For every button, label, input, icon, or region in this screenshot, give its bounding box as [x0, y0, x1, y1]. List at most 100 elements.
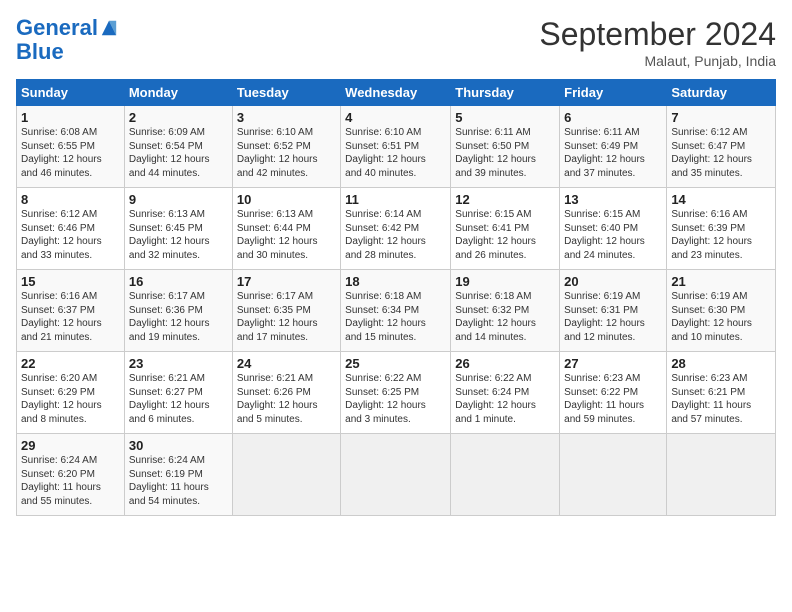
calendar-cell: 24Sunrise: 6:21 AM Sunset: 6:26 PM Dayli… [232, 352, 340, 434]
day-number: 3 [237, 110, 336, 125]
day-info: Sunrise: 6:24 AM Sunset: 6:20 PM Dayligh… [21, 454, 120, 508]
day-number: 30 [129, 438, 228, 453]
calendar-cell: 26Sunrise: 6:22 AM Sunset: 6:24 PM Dayli… [451, 352, 560, 434]
day-info: Sunrise: 6:10 AM Sunset: 6:51 PM Dayligh… [345, 126, 446, 180]
header-row: Sunday Monday Tuesday Wednesday Thursday… [17, 80, 776, 106]
day-info: Sunrise: 6:09 AM Sunset: 6:54 PM Dayligh… [129, 126, 228, 180]
day-number: 28 [671, 356, 771, 371]
calendar-cell: 23Sunrise: 6:21 AM Sunset: 6:27 PM Dayli… [124, 352, 232, 434]
month-title: September 2024 [539, 16, 776, 53]
logo: General Blue [16, 16, 118, 64]
calendar-cell: 14Sunrise: 6:16 AM Sunset: 6:39 PM Dayli… [667, 188, 776, 270]
calendar-header: Sunday Monday Tuesday Wednesday Thursday… [17, 80, 776, 106]
day-info: Sunrise: 6:21 AM Sunset: 6:27 PM Dayligh… [129, 372, 228, 426]
col-wednesday: Wednesday [341, 80, 451, 106]
calendar-cell: 21Sunrise: 6:19 AM Sunset: 6:30 PM Dayli… [667, 270, 776, 352]
calendar-cell [232, 434, 340, 516]
calendar-cell: 5Sunrise: 6:11 AM Sunset: 6:50 PM Daylig… [451, 106, 560, 188]
day-info: Sunrise: 6:23 AM Sunset: 6:22 PM Dayligh… [564, 372, 662, 426]
day-number: 14 [671, 192, 771, 207]
day-number: 27 [564, 356, 662, 371]
page-header: General Blue September 2024 Malaut, Punj… [16, 16, 776, 69]
calendar-cell: 19Sunrise: 6:18 AM Sunset: 6:32 PM Dayli… [451, 270, 560, 352]
calendar-cell: 17Sunrise: 6:17 AM Sunset: 6:35 PM Dayli… [232, 270, 340, 352]
day-info: Sunrise: 6:12 AM Sunset: 6:47 PM Dayligh… [671, 126, 771, 180]
day-number: 4 [345, 110, 446, 125]
calendar-cell: 12Sunrise: 6:15 AM Sunset: 6:41 PM Dayli… [451, 188, 560, 270]
day-info: Sunrise: 6:15 AM Sunset: 6:41 PM Dayligh… [455, 208, 555, 262]
day-info: Sunrise: 6:18 AM Sunset: 6:34 PM Dayligh… [345, 290, 446, 344]
calendar-week-row: 1Sunrise: 6:08 AM Sunset: 6:55 PM Daylig… [17, 106, 776, 188]
day-number: 17 [237, 274, 336, 289]
calendar-cell: 6Sunrise: 6:11 AM Sunset: 6:49 PM Daylig… [560, 106, 667, 188]
calendar-week-row: 15Sunrise: 6:16 AM Sunset: 6:37 PM Dayli… [17, 270, 776, 352]
day-info: Sunrise: 6:17 AM Sunset: 6:35 PM Dayligh… [237, 290, 336, 344]
day-number: 16 [129, 274, 228, 289]
day-info: Sunrise: 6:14 AM Sunset: 6:42 PM Dayligh… [345, 208, 446, 262]
day-number: 26 [455, 356, 555, 371]
day-info: Sunrise: 6:19 AM Sunset: 6:31 PM Dayligh… [564, 290, 662, 344]
day-number: 2 [129, 110, 228, 125]
day-info: Sunrise: 6:13 AM Sunset: 6:44 PM Dayligh… [237, 208, 336, 262]
day-info: Sunrise: 6:10 AM Sunset: 6:52 PM Dayligh… [237, 126, 336, 180]
day-number: 19 [455, 274, 555, 289]
col-sunday: Sunday [17, 80, 125, 106]
calendar-cell: 20Sunrise: 6:19 AM Sunset: 6:31 PM Dayli… [560, 270, 667, 352]
day-info: Sunrise: 6:21 AM Sunset: 6:26 PM Dayligh… [237, 372, 336, 426]
col-thursday: Thursday [451, 80, 560, 106]
day-info: Sunrise: 6:12 AM Sunset: 6:46 PM Dayligh… [21, 208, 120, 262]
day-number: 22 [21, 356, 120, 371]
day-number: 13 [564, 192, 662, 207]
day-info: Sunrise: 6:08 AM Sunset: 6:55 PM Dayligh… [21, 126, 120, 180]
day-info: Sunrise: 6:13 AM Sunset: 6:45 PM Dayligh… [129, 208, 228, 262]
col-monday: Monday [124, 80, 232, 106]
calendar-cell: 3Sunrise: 6:10 AM Sunset: 6:52 PM Daylig… [232, 106, 340, 188]
calendar-cell: 4Sunrise: 6:10 AM Sunset: 6:51 PM Daylig… [341, 106, 451, 188]
day-number: 10 [237, 192, 336, 207]
day-info: Sunrise: 6:18 AM Sunset: 6:32 PM Dayligh… [455, 290, 555, 344]
day-number: 8 [21, 192, 120, 207]
calendar-cell [560, 434, 667, 516]
col-saturday: Saturday [667, 80, 776, 106]
calendar-week-row: 29Sunrise: 6:24 AM Sunset: 6:20 PM Dayli… [17, 434, 776, 516]
day-number: 20 [564, 274, 662, 289]
col-friday: Friday [560, 80, 667, 106]
logo-blue-text: Blue [16, 39, 64, 64]
location-subtitle: Malaut, Punjab, India [539, 53, 776, 69]
day-number: 9 [129, 192, 228, 207]
calendar-cell: 30Sunrise: 6:24 AM Sunset: 6:19 PM Dayli… [124, 434, 232, 516]
calendar-week-row: 22Sunrise: 6:20 AM Sunset: 6:29 PM Dayli… [17, 352, 776, 434]
calendar-cell: 29Sunrise: 6:24 AM Sunset: 6:20 PM Dayli… [17, 434, 125, 516]
day-info: Sunrise: 6:11 AM Sunset: 6:50 PM Dayligh… [455, 126, 555, 180]
title-section: September 2024 Malaut, Punjab, India [539, 16, 776, 69]
calendar-cell: 25Sunrise: 6:22 AM Sunset: 6:25 PM Dayli… [341, 352, 451, 434]
day-number: 11 [345, 192, 446, 207]
col-tuesday: Tuesday [232, 80, 340, 106]
day-number: 25 [345, 356, 446, 371]
day-info: Sunrise: 6:16 AM Sunset: 6:39 PM Dayligh… [671, 208, 771, 262]
calendar-cell: 27Sunrise: 6:23 AM Sunset: 6:22 PM Dayli… [560, 352, 667, 434]
day-number: 6 [564, 110, 662, 125]
day-number: 12 [455, 192, 555, 207]
day-number: 21 [671, 274, 771, 289]
calendar-cell: 9Sunrise: 6:13 AM Sunset: 6:45 PM Daylig… [124, 188, 232, 270]
day-number: 1 [21, 110, 120, 125]
calendar-cell: 16Sunrise: 6:17 AM Sunset: 6:36 PM Dayli… [124, 270, 232, 352]
calendar-body: 1Sunrise: 6:08 AM Sunset: 6:55 PM Daylig… [17, 106, 776, 516]
logo-icon [100, 19, 118, 37]
day-number: 23 [129, 356, 228, 371]
calendar-cell: 22Sunrise: 6:20 AM Sunset: 6:29 PM Dayli… [17, 352, 125, 434]
day-number: 29 [21, 438, 120, 453]
day-info: Sunrise: 6:20 AM Sunset: 6:29 PM Dayligh… [21, 372, 120, 426]
day-number: 18 [345, 274, 446, 289]
day-info: Sunrise: 6:15 AM Sunset: 6:40 PM Dayligh… [564, 208, 662, 262]
day-number: 5 [455, 110, 555, 125]
calendar-cell: 28Sunrise: 6:23 AM Sunset: 6:21 PM Dayli… [667, 352, 776, 434]
calendar-cell: 7Sunrise: 6:12 AM Sunset: 6:47 PM Daylig… [667, 106, 776, 188]
day-number: 7 [671, 110, 771, 125]
day-info: Sunrise: 6:19 AM Sunset: 6:30 PM Dayligh… [671, 290, 771, 344]
calendar-week-row: 8Sunrise: 6:12 AM Sunset: 6:46 PM Daylig… [17, 188, 776, 270]
logo-text: General [16, 16, 98, 40]
day-info: Sunrise: 6:16 AM Sunset: 6:37 PM Dayligh… [21, 290, 120, 344]
calendar-cell [667, 434, 776, 516]
